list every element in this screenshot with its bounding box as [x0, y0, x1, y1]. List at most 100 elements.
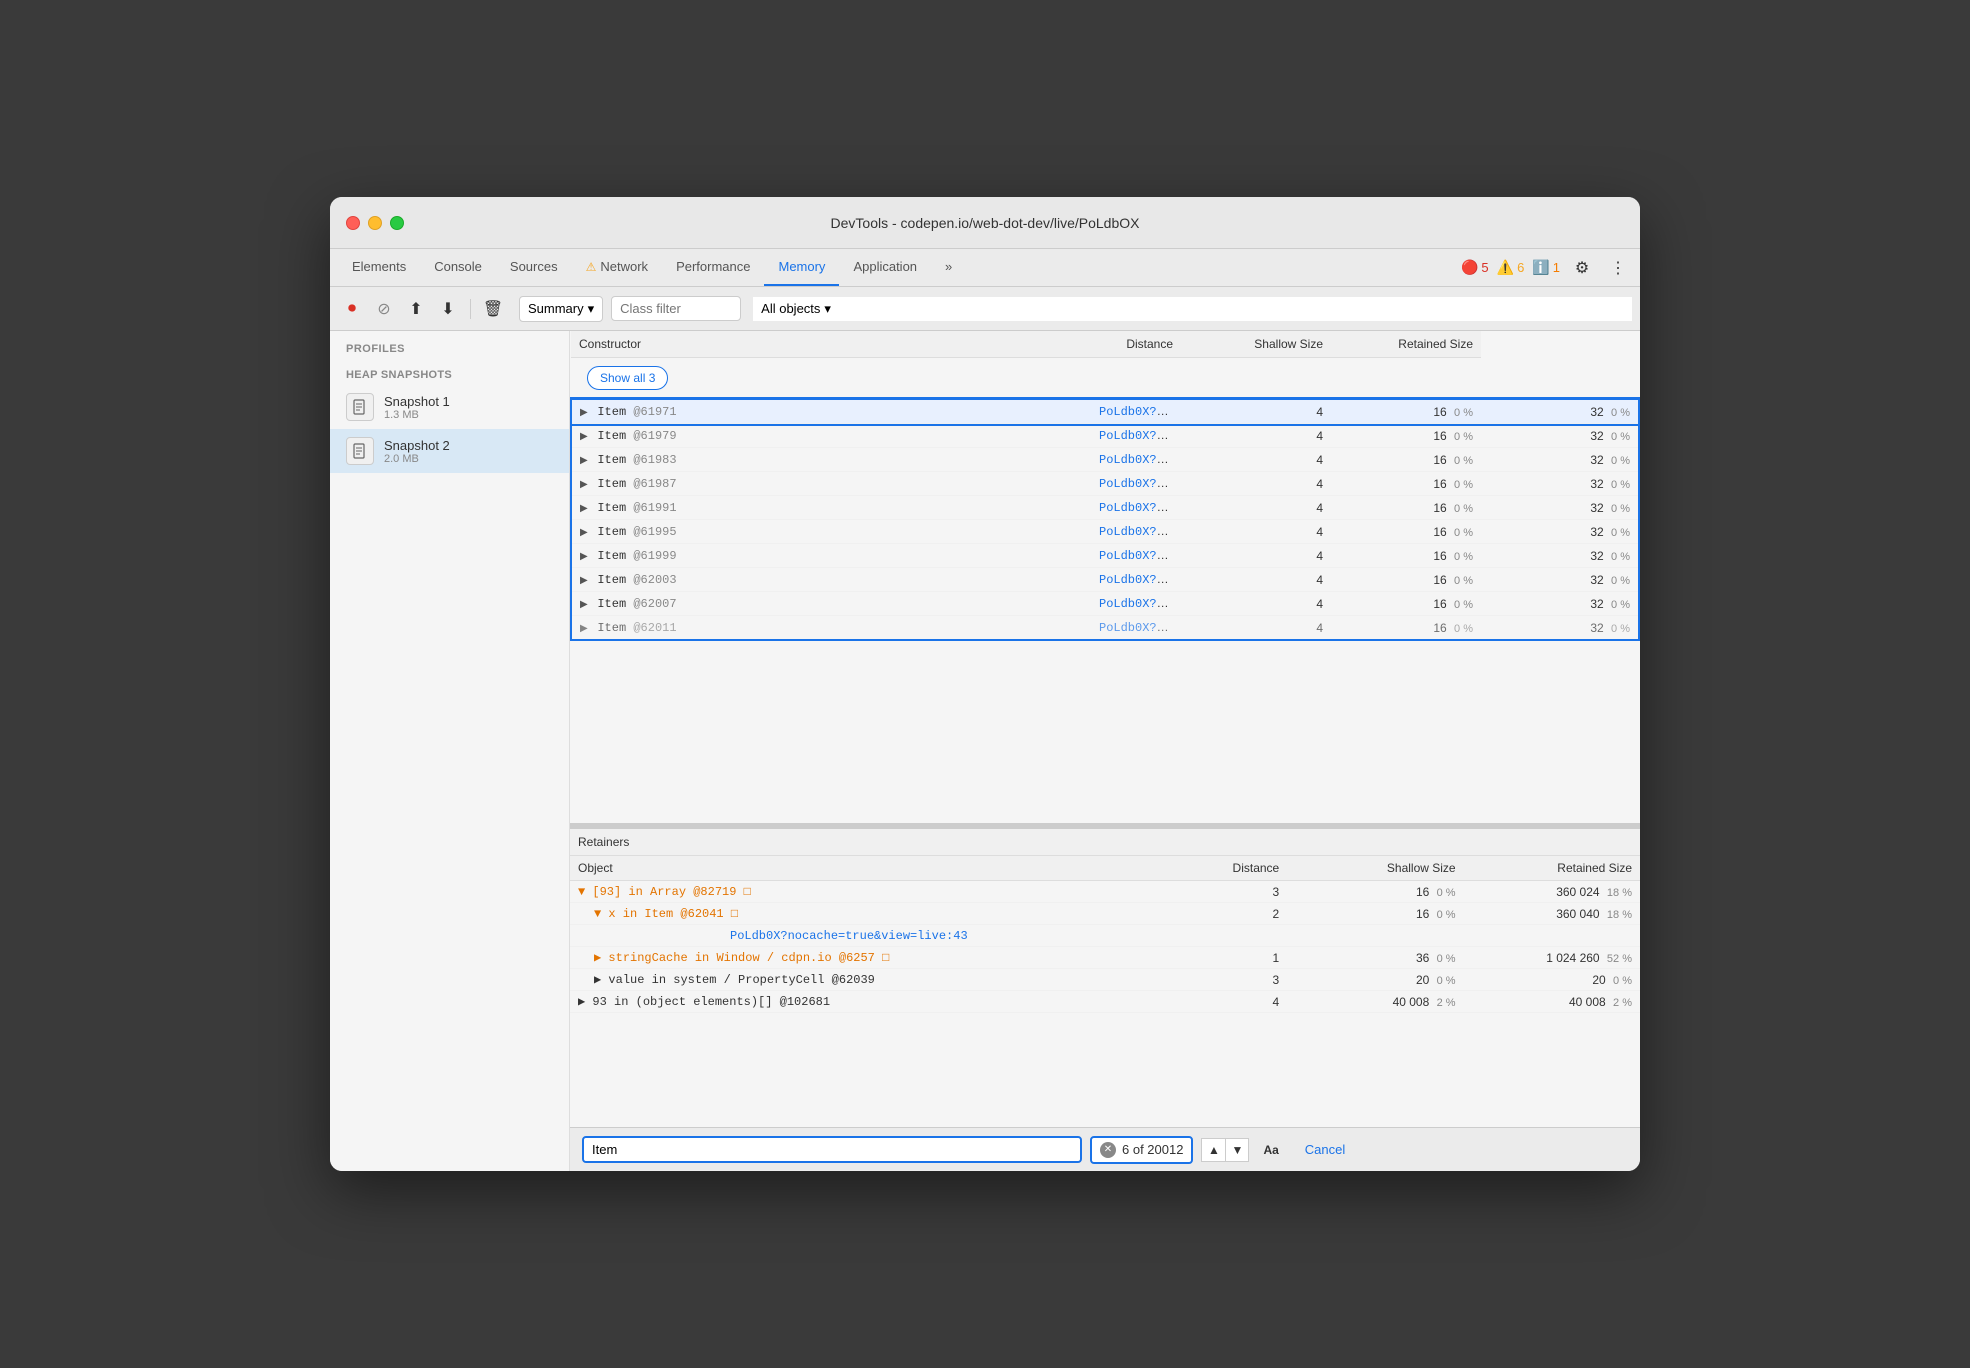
search-input[interactable] [592, 1142, 1072, 1157]
tab-console[interactable]: Console [420, 249, 496, 286]
retainer-row[interactable]: PoLdb0X?nocache=true&view=live:43 [570, 925, 1640, 947]
retainers-section: Retainers Object Distance Shallow Size R… [570, 827, 1640, 1127]
close-button[interactable] [346, 216, 360, 230]
stop-button[interactable]: ⊘ [370, 295, 398, 323]
table-row[interactable]: ▶ Item @61971 PoLdb0X?nocache=true&view=… [571, 399, 1639, 424]
constructor-cell: ▶ Item @62011 [571, 616, 1091, 641]
row-expand-icon[interactable]: ▶ [580, 575, 592, 587]
more-menu-button[interactable]: ⋮ [1604, 254, 1632, 282]
tab-application[interactable]: Application [839, 249, 931, 286]
constructor-link[interactable]: PoLdb0X?nocache=true&view=live:43 [1099, 500, 1181, 515]
snapshot-1-name: Snapshot 1 [384, 394, 553, 409]
retainer-shallow-header[interactable]: Shallow Size [1287, 856, 1463, 881]
row-expand-icon[interactable]: ▶ [580, 407, 592, 419]
tab-memory[interactable]: Memory [764, 249, 839, 286]
table-row[interactable]: ▶ Item @61979 PoLdb0X?nocache=true&view=… [571, 424, 1639, 448]
constructor-table-container: Constructor Distance Shallow Size Retain… [570, 331, 1640, 823]
summary-dropdown[interactable]: Summary ▾ [519, 296, 603, 322]
constructor-link[interactable]: PoLdb0X?nocache=true&view=live:43 [1099, 404, 1181, 419]
window-title: DevTools - codepen.io/web-dot-dev/live/P… [831, 215, 1140, 231]
retainer-link[interactable]: PoLdb0X?nocache=true&view=live:43 [730, 929, 968, 943]
header-retained[interactable]: Retained Size [1331, 331, 1481, 358]
table-row[interactable]: ▶ Item @62003 PoLdb0X?nocache=true&view=… [571, 568, 1639, 592]
table-row[interactable]: ▶ Item @61999 PoLdb0X?nocache=true&view=… [571, 544, 1639, 568]
constructor-link[interactable]: PoLdb0X?nocache=true&view=live:43 [1099, 428, 1181, 443]
cancel-search-button[interactable]: Cancel [1293, 1138, 1357, 1161]
snapshot-item-2[interactable]: Snapshot 2 2.0 MB [330, 429, 569, 473]
retainer-object-cell: ▼ x in Item @62041 □ [570, 903, 1181, 925]
row-expand-icon[interactable]: ▶ [580, 551, 592, 563]
search-prev-button[interactable]: ▲ [1201, 1138, 1225, 1162]
tab-elements[interactable]: Elements [338, 249, 420, 286]
constructor-table: Constructor Distance Shallow Size Retain… [570, 331, 1640, 641]
nav-tabs: Elements Console Sources ⚠ Network Perfo… [330, 249, 1640, 287]
row-expand-icon[interactable]: ▶ [580, 431, 592, 443]
maximize-button[interactable] [390, 216, 404, 230]
table-row[interactable]: ▶ Item @62011 PoLdb0X?nocache=true&view=… [571, 616, 1639, 641]
constructor-link[interactable]: PoLdb0X?nocache=true&view=live:43 [1099, 572, 1181, 587]
match-case-button[interactable]: Aa [1257, 1140, 1284, 1160]
search-input-wrapper [582, 1136, 1082, 1163]
table-row[interactable]: ▶ Item @61995 PoLdb0X?nocache=true&view=… [571, 520, 1639, 544]
table-row[interactable]: ▶ Item @61991 PoLdb0X?nocache=true&view=… [571, 496, 1639, 520]
table-row[interactable]: ▶ Item @62007 PoLdb0X?nocache=true&view=… [571, 592, 1639, 616]
link-cell: PoLdb0X?nocache=true&view=live:43 [1091, 520, 1181, 544]
retainer-retained-header[interactable]: Retained Size [1464, 856, 1640, 881]
constructor-link[interactable]: PoLdb0X?nocache=true&view=live:43 [1099, 452, 1181, 467]
warning-count: 6 [1517, 260, 1524, 275]
header-shallow[interactable]: Shallow Size [1181, 331, 1331, 358]
constructor-cell: ▶ Item @62003 [571, 568, 1091, 592]
link-cell: PoLdb0X?nocache=true&view=live:43 [1091, 424, 1181, 448]
snapshot-1-size: 1.3 MB [384, 409, 553, 421]
warning-icon: ⚠ [586, 260, 597, 274]
tab-performance[interactable]: Performance [662, 249, 764, 286]
retainer-object-header[interactable]: Object [570, 856, 1181, 881]
summary-label: Summary [528, 301, 584, 316]
download-button[interactable]: ⬇ [434, 295, 462, 323]
tab-memory-label: Memory [778, 259, 825, 274]
search-next-button[interactable]: ▼ [1225, 1138, 1249, 1162]
retainer-row[interactable]: ▼ [93] in Array @82719 □ 3 16 0 % 360 02… [570, 881, 1640, 903]
row-expand-icon[interactable]: ▶ [580, 503, 592, 515]
header-distance[interactable]: Distance [1091, 331, 1181, 358]
row-expand-icon[interactable]: ▶ [580, 527, 592, 539]
all-objects-dropdown[interactable]: All objects ▾ [753, 297, 1632, 321]
snapshot-item-1[interactable]: Snapshot 1 1.3 MB [330, 385, 569, 429]
summary-chevron-icon: ▾ [588, 301, 595, 317]
show-all-button[interactable]: Show all 3 [587, 366, 668, 390]
retainer-row[interactable]: ▶ stringCache in Window / cdpn.io @6257 … [570, 947, 1640, 969]
constructor-link[interactable]: PoLdb0X?nocache=true&view=live:43 [1099, 596, 1181, 611]
header-constructor[interactable]: Constructor [571, 331, 1091, 358]
retainer-distance-header[interactable]: Distance [1181, 856, 1287, 881]
retainer-row[interactable]: ▶ value in system / PropertyCell @62039 … [570, 969, 1640, 991]
retainer-retained-cell: 360 024 18 % [1464, 881, 1640, 903]
clear-button[interactable]: 🗑 [479, 295, 507, 323]
row-expand-icon[interactable]: ▶ [580, 623, 592, 635]
settings-button[interactable]: ⚙ [1568, 254, 1596, 282]
upload-button[interactable]: ⬆ [402, 295, 430, 323]
heap-snapshots-label: HEAP SNAPSHOTS [330, 361, 569, 385]
row-expand-icon[interactable]: ▶ [580, 479, 592, 491]
retainer-table: Object Distance Shallow Size Retained Si… [570, 856, 1640, 1013]
constructor-link[interactable]: PoLdb0X?nocache=true&view=live:43 [1099, 476, 1181, 491]
row-expand-icon[interactable]: ▶ [580, 599, 592, 611]
retainer-row[interactable]: ▶ 93 in (object elements)[] @102681 4 40… [570, 991, 1640, 1013]
minimize-button[interactable] [368, 216, 382, 230]
class-filter-input[interactable] [611, 296, 741, 321]
row-expand-icon[interactable]: ▶ [580, 455, 592, 467]
constructor-link[interactable]: PoLdb0X?nocache=true&view=live:4 [1099, 620, 1181, 635]
tab-sources[interactable]: Sources [496, 249, 572, 286]
tab-more[interactable]: » [931, 249, 966, 286]
constructor-link[interactable]: PoLdb0X?nocache=true&view=live:43 [1099, 524, 1181, 539]
table-row[interactable]: ▶ Item @61987 PoLdb0X?nocache=true&view=… [571, 472, 1639, 496]
info-badge: ℹ️ 1 [1532, 259, 1560, 276]
retainer-row[interactable]: ▼ x in Item @62041 □ 2 16 0 % 360 040 18… [570, 903, 1640, 925]
record-button[interactable]: ⏺ [338, 295, 366, 323]
search-clear-button[interactable]: ✕ [1100, 1142, 1116, 1158]
tab-network[interactable]: ⚠ Network [572, 249, 662, 286]
retainers-header: Retainers [570, 829, 1640, 856]
constructor-link[interactable]: PoLdb0X?nocache=true&view=live:43 [1099, 548, 1181, 563]
show-all-cell: Show all 3 [571, 358, 1481, 400]
table-row[interactable]: ▶ Item @61983 PoLdb0X?nocache=true&view=… [571, 448, 1639, 472]
traffic-lights [346, 216, 404, 230]
